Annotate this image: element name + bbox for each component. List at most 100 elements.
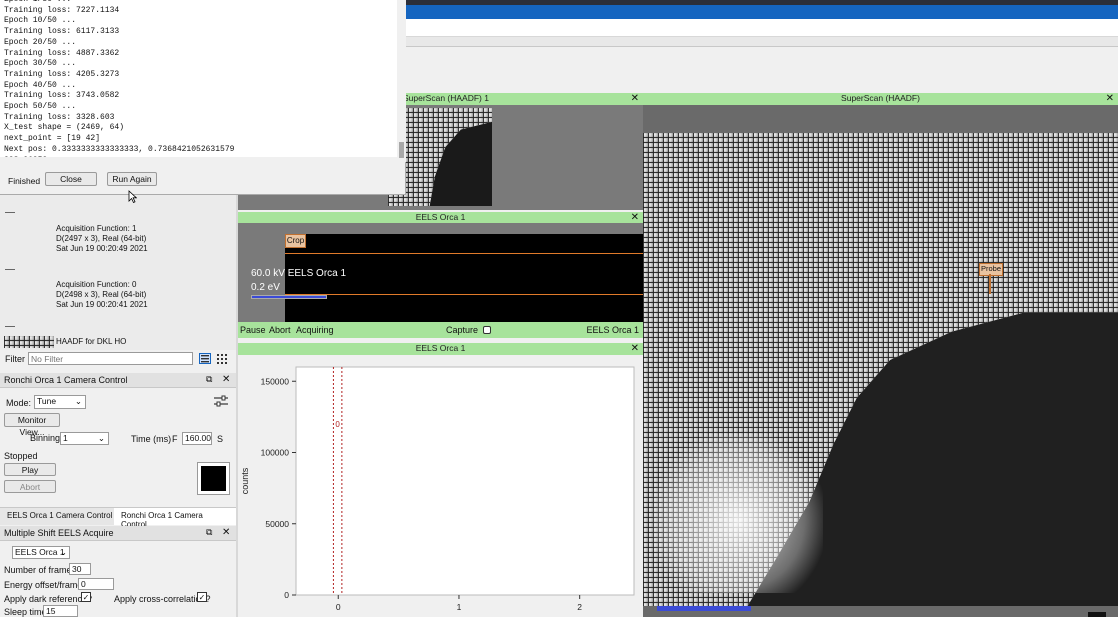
data-item[interactable]: Acquisition Function: 0 D(2498 x 3), Rea… [56,280,226,314]
crop-handle[interactable]: Crop [285,234,306,248]
y-tick-label: 50000 [265,519,289,529]
haadf-item-label: HAADF for DKL HO [56,337,127,346]
filter-label: Filter [5,354,25,364]
camera-control-title: Ronchi Orca 1 Camera Control [4,375,128,385]
energy-offset-label: Energy offset/frame: [4,580,85,590]
probe-crosshair [989,274,991,294]
close-icon[interactable]: ✕ [222,374,230,385]
bright-region [653,433,823,593]
superscan-large-title: SuperScan (HAADF) [841,93,920,103]
frames-label: Number of frames: [4,565,79,575]
data-item-date: Sat Jun 19 00:20:49 2021 [56,244,148,253]
workspace-header [405,48,643,93]
data-item-desc: D(2497 x 3), Real (64-bit) [56,234,147,243]
capture-checkbox[interactable] [483,326,491,334]
console-line: 328.06252 [4,156,393,157]
eels-toolbar-camera: EELS Orca 1 [586,325,639,335]
crop-label: Crop [286,236,305,245]
data-item-desc: D(2498 x 3), Real (64-bit) [56,290,147,299]
console-line: Next pos: 0.3333333333333333, 0.73684210… [4,144,235,154]
undock-icon[interactable]: ⧉ [206,527,212,538]
main-window-toolbar-strip [405,37,1118,47]
eels-spectrum-chart[interactable]: 0 50000 100000 150000 0 1 2 0 counts [238,355,643,617]
console-line: Training loss: 7227.1134 [4,5,120,15]
close-icon[interactable]: ✕ [631,212,639,223]
abort-link[interactable]: Abort [269,322,291,338]
dialog-status: Finished [8,176,41,186]
sleep-time-input[interactable]: 15 [43,605,78,617]
time-input[interactable]: 160.00 [182,432,212,445]
console-scrollbar[interactable] [397,0,406,162]
scale-bar [251,295,327,299]
spectrum-point-label: 0 [335,420,340,429]
energy-offset-input[interactable]: 0 [78,578,114,590]
abort-button[interactable]: Abort [4,480,56,493]
x-tick-label: 2 [577,602,582,612]
probe-marker[interactable]: Probe [979,263,1003,276]
console-line: Training loss: 4887.3362 [4,48,120,58]
eels-info-line2: 0.2 eV [251,282,280,293]
superscan-large-image[interactable]: Probe [643,133,1118,606]
eels-acquire-header: Multiple Shift EELS Acquire ⧉ ✕ [0,526,236,541]
tab-eels-camera-control[interactable]: EELS Orca 1 Camera Control [0,508,121,525]
time-label: Time (ms) [131,434,172,444]
main-window-accent-bar [405,5,1118,19]
acquiring-status: Acquiring [296,325,334,335]
play-button[interactable]: Play [4,463,56,476]
eels-acquire-panel: Multiple Shift EELS Acquire ⧉ ✕ EELS Orc… [0,526,236,617]
mouse-cursor-icon [128,190,138,205]
close-icon[interactable]: ✕ [631,93,639,104]
mode-label: Mode: [6,398,32,408]
console-line: Training loss: 3328.603 [4,112,115,122]
close-button[interactable]: Close [45,172,97,186]
pause-button[interactable]: Pause [240,322,266,338]
console-line: Epoch 40/50 ... [4,80,77,90]
scrollbar-thumb[interactable] [399,142,404,158]
eels-toolbar: Pause Abort Acquiring Capture EELS Orca … [238,322,643,338]
binning-select[interactable]: 1 ⌄ [60,432,109,445]
eels-image-panel: EELS Orca 1 ✕ Crop 60.0 kV EELS Orca 1 0… [238,212,643,322]
cross-correlation-checkbox[interactable]: ✓ [197,592,207,602]
superscan-corner-marker [1088,612,1106,617]
camera-control-header: Ronchi Orca 1 Camera Control ⧉ ✕ [0,373,236,388]
x-tick-label: 0 [336,602,341,612]
console-line: Training loss: 3743.0582 [4,91,120,101]
probe-label: Probe [980,264,1001,273]
console-output[interactable]: Epoch 1/50 ...Training loss: 7227.1134Ep… [0,0,397,157]
eels-plot-title: EELS Orca 1 [415,343,466,353]
frames-input[interactable]: 30 [69,563,91,575]
data-panel: Acquisition Function: 1 D(2497 x 3), Rea… [0,195,236,350]
console-line: Epoch 10/50 ... [4,16,77,26]
run-again-button[interactable]: Run Again [107,172,157,186]
monitor-view-button[interactable]: Monitor View... [4,413,60,437]
superscan-scale-bar [657,606,751,611]
dark-reference-checkbox[interactable]: ✓ [81,592,91,602]
plot-area [295,366,635,596]
close-icon[interactable]: ✕ [1106,93,1114,104]
time-prefix[interactable]: F [172,434,178,444]
haadf-thumbnail[interactable] [4,336,54,348]
data-item-title: Acquisition Function: 1 [56,224,137,233]
undock-icon[interactable]: ⧉ [206,374,212,385]
filter-row: Filter [0,350,236,368]
close-icon[interactable]: ✕ [222,527,230,538]
camera-select-value: EELS Orca 1 [15,547,65,557]
eels-plot-panel: EELS Orca 1 ✕ 0 50000 100000 150000 0 1 2 0 coun… [238,343,643,617]
settings-sliders-icon[interactable] [213,395,229,409]
filter-input[interactable] [28,352,193,365]
time-suffix[interactable]: S [217,434,223,444]
list-view-icon[interactable] [199,353,211,364]
capture-label: Capture [446,325,479,335]
y-tick-label: 0 [284,590,289,600]
y-tick-label: 100000 [261,448,290,458]
camera-select[interactable]: EELS Orca 1 ⌄ [12,546,70,559]
grid-view-icon[interactable] [216,353,228,364]
data-item[interactable]: Acquisition Function: 1 D(2497 x 3), Rea… [56,224,226,258]
mode-select[interactable]: Tune ⌄ [34,395,86,409]
main-window-toolbar [405,19,1118,37]
camera-preview-thumbnail [197,462,230,495]
chevron-down-icon: ⌄ [74,396,82,406]
tab-ronchi-camera-control[interactable]: Ronchi Orca 1 Camera Control [114,508,236,529]
close-icon[interactable]: ✕ [631,343,639,354]
console-line: X_test shape = (2469, 64) [4,123,125,133]
